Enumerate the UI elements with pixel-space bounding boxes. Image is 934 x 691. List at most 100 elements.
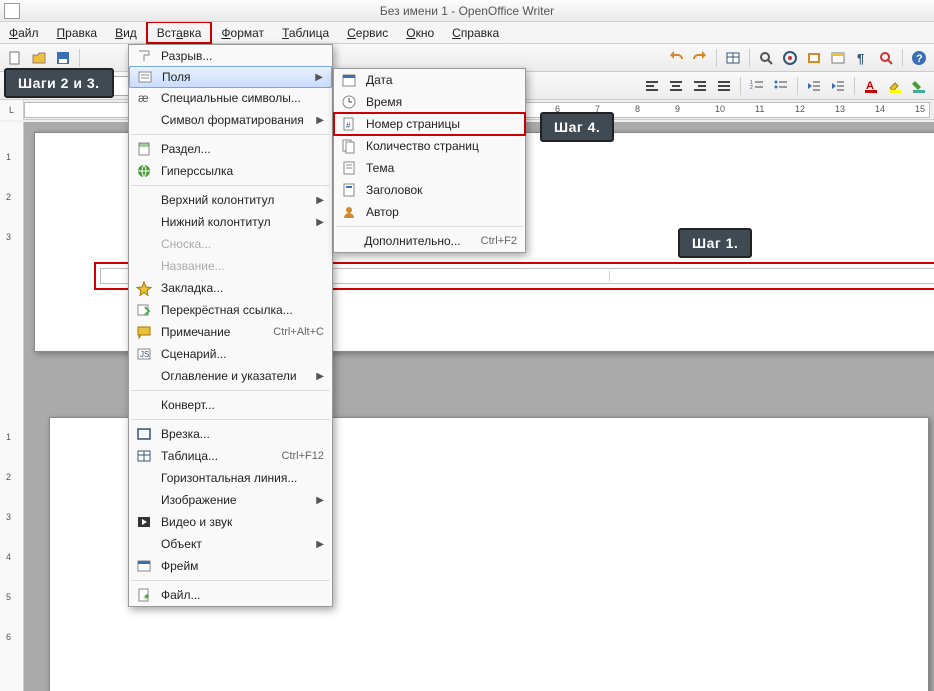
field-date[interactable]: Дата <box>334 69 525 91</box>
font-color-button[interactable]: A <box>860 75 882 97</box>
insert-footer[interactable]: Нижний колонтитул ▶ <box>129 211 332 233</box>
insert-image[interactable]: Изображение ▶ <box>129 489 332 511</box>
bullets-button[interactable] <box>770 75 792 97</box>
field-title[interactable]: Заголовок <box>334 179 525 201</box>
fields-submenu: Дата Время # Номер страницы Количество с… <box>333 68 526 253</box>
highlight-button[interactable] <box>884 75 906 97</box>
insert-hyperlink[interactable]: Гиперссылка <box>129 160 332 182</box>
insert-envelope[interactable]: Конверт... <box>129 394 332 416</box>
submenu-arrow-icon: ▶ <box>316 495 324 506</box>
vertical-ruler[interactable]: 1 2 3 1 2 3 4 5 6 <box>0 122 24 691</box>
new-doc-button[interactable] <box>4 47 26 69</box>
find-button[interactable] <box>755 47 777 69</box>
date-icon <box>338 69 360 91</box>
special-char-icon: æ <box>133 87 155 109</box>
submenu-arrow-icon: ▶ <box>316 195 324 206</box>
insert-caption: Название... <box>129 255 332 277</box>
table-button[interactable] <box>722 47 744 69</box>
insert-bookmark[interactable]: Закладка... <box>129 277 332 299</box>
menu-separator <box>336 226 523 227</box>
menu-bar: Файл Правка Вид Вставка Формат Таблица С… <box>0 22 934 44</box>
submenu-arrow-icon: ▶ <box>316 539 324 550</box>
align-left-button[interactable] <box>641 75 663 97</box>
navigator-button[interactable] <box>779 47 801 69</box>
save-button[interactable] <box>52 47 74 69</box>
insert-comment[interactable]: Примечание Ctrl+Alt+C <box>129 321 332 343</box>
align-right-button[interactable] <box>689 75 711 97</box>
insert-table[interactable]: Таблица... Ctrl+F12 <box>129 445 332 467</box>
insert-script[interactable]: JS Сценарий... <box>129 343 332 365</box>
title-bar: Без имени 1 - OpenOffice Writer <box>0 0 934 22</box>
undo-button[interactable] <box>665 47 687 69</box>
toolbar-separator <box>902 49 903 67</box>
menu-file[interactable]: Файл <box>0 22 48 43</box>
field-page-count[interactable]: Количество страниц <box>334 135 525 157</box>
toolbar-separator <box>797 77 798 95</box>
insert-section[interactable]: Раздел... <box>129 138 332 160</box>
insert-special-char[interactable]: æ Специальные символы... <box>129 87 332 109</box>
align-center-button[interactable] <box>665 75 687 97</box>
decrease-indent-button[interactable] <box>803 75 825 97</box>
callout-step-1: Шаг 1. <box>678 228 752 258</box>
menu-separator <box>131 134 330 135</box>
redo-button[interactable] <box>689 47 711 69</box>
ruler-tick: 15 <box>915 104 925 114</box>
menu-tools[interactable]: Сервис <box>338 22 397 43</box>
insert-indexes[interactable]: Оглавление и указатели ▶ <box>129 365 332 387</box>
ruler-tick: 11 <box>755 104 764 114</box>
datasources-button[interactable] <box>827 47 849 69</box>
menu-table[interactable]: Таблица <box>273 22 338 43</box>
align-justify-button[interactable] <box>713 75 735 97</box>
zoom-button[interactable] <box>875 47 897 69</box>
table-icon <box>133 445 155 467</box>
field-page-number[interactable]: # Номер страницы <box>334 113 525 135</box>
author-icon <box>338 201 360 223</box>
shortcut-text: Ctrl+F12 <box>282 450 325 462</box>
menu-help[interactable]: Справка <box>443 22 508 43</box>
help-button[interactable]: ? <box>908 47 930 69</box>
insert-object[interactable]: Объект ▶ <box>129 533 332 555</box>
gallery-button[interactable] <box>803 47 825 69</box>
iframe-icon <box>133 555 155 577</box>
background-color-button[interactable] <box>908 75 930 97</box>
insert-hrule[interactable]: Горизонтальная линия... <box>129 467 332 489</box>
menu-edit[interactable]: Правка <box>48 22 107 43</box>
insert-media[interactable]: Видео и звук <box>129 511 332 533</box>
insert-floating-frame[interactable]: Фрейм <box>129 555 332 577</box>
pagenum-icon: # <box>338 113 360 135</box>
insert-frame[interactable]: Врезка... <box>129 423 332 445</box>
field-other[interactable]: Дополнительно... Ctrl+F2 <box>334 230 525 252</box>
insert-header[interactable]: Верхний колонтитул ▶ <box>129 189 332 211</box>
menu-insert[interactable]: Вставка <box>146 21 213 44</box>
insert-fields[interactable]: Поля ▶ <box>129 66 332 88</box>
insert-crossref[interactable]: Перекрёстная ссылка... <box>129 299 332 321</box>
toolbar-separator <box>79 49 80 67</box>
crossref-icon <box>133 299 155 321</box>
hyperlink-icon <box>133 160 155 182</box>
field-time[interactable]: Время <box>334 91 525 113</box>
ruler-tick: 10 <box>715 104 725 114</box>
ruler-tick: 14 <box>875 104 885 114</box>
increase-indent-button[interactable] <box>827 75 849 97</box>
nonprinting-button[interactable]: ¶ <box>851 47 873 69</box>
insert-formatting-mark[interactable]: Символ форматирования ▶ <box>129 109 332 131</box>
insert-menu-dropdown: Разрыв... Поля ▶ æ Специальные символы..… <box>128 44 333 607</box>
ruler-tick: 8 <box>635 104 640 114</box>
insert-footnote: Сноска... <box>129 233 332 255</box>
toolbar-separator <box>716 49 717 67</box>
pagecount-icon <box>338 135 360 157</box>
menu-view[interactable]: Вид <box>106 22 146 43</box>
menu-format[interactable]: Формат <box>212 22 273 43</box>
menu-window[interactable]: Окно <box>397 22 443 43</box>
break-icon <box>133 45 155 67</box>
insert-file[interactable]: Файл... <box>129 584 332 606</box>
field-subject[interactable]: Тема <box>334 157 525 179</box>
field-author[interactable]: Автор <box>334 201 525 223</box>
fields-icon <box>134 66 156 88</box>
open-button[interactable] <box>28 47 50 69</box>
numbering-button[interactable]: 12 <box>746 75 768 97</box>
insert-break[interactable]: Разрыв... <box>129 45 332 67</box>
submenu-arrow-icon: ▶ <box>316 217 324 228</box>
submenu-arrow-icon: ▶ <box>316 371 324 382</box>
script-icon: JS <box>133 343 155 365</box>
